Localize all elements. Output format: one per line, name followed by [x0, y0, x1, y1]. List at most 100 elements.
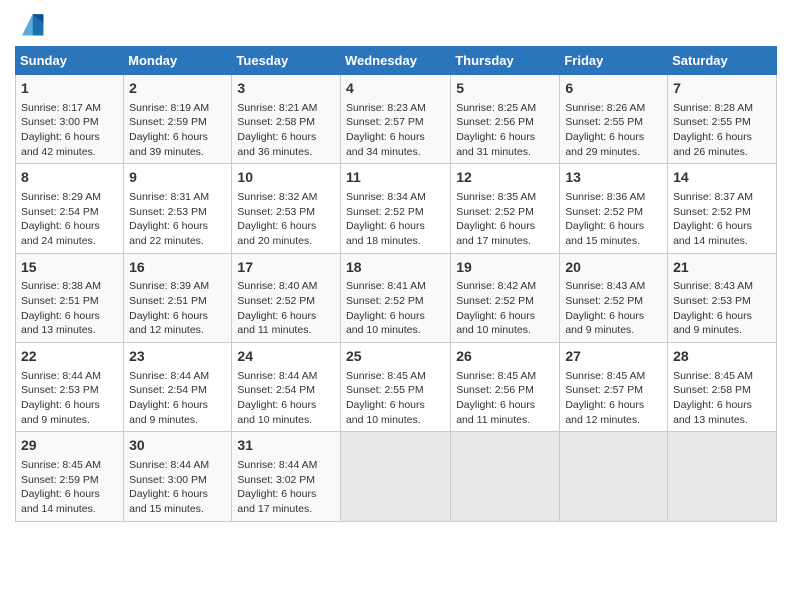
day-cell: 22Sunrise: 8:44 AM Sunset: 2:53 PM Dayli…: [16, 343, 124, 432]
week-row-4: 22Sunrise: 8:44 AM Sunset: 2:53 PM Dayli…: [16, 343, 777, 432]
day-number: 29: [21, 436, 118, 456]
day-number: 3: [237, 79, 335, 99]
day-content: Sunrise: 8:38 AM Sunset: 2:51 PM Dayligh…: [21, 279, 118, 338]
day-number: 16: [129, 258, 226, 278]
day-cell: 15Sunrise: 8:38 AM Sunset: 2:51 PM Dayli…: [16, 253, 124, 342]
day-cell: 25Sunrise: 8:45 AM Sunset: 2:55 PM Dayli…: [340, 343, 450, 432]
calendar-header: SundayMondayTuesdayWednesdayThursdayFrid…: [16, 47, 777, 75]
day-number: 1: [21, 79, 118, 99]
day-content: Sunrise: 8:29 AM Sunset: 2:54 PM Dayligh…: [21, 190, 118, 249]
day-number: 13: [565, 168, 662, 188]
day-cell: 29Sunrise: 8:45 AM Sunset: 2:59 PM Dayli…: [16, 432, 124, 521]
week-row-2: 8Sunrise: 8:29 AM Sunset: 2:54 PM Daylig…: [16, 164, 777, 253]
day-content: Sunrise: 8:21 AM Sunset: 2:58 PM Dayligh…: [237, 101, 335, 160]
day-number: 24: [237, 347, 335, 367]
day-cell: 24Sunrise: 8:44 AM Sunset: 2:54 PM Dayli…: [232, 343, 341, 432]
day-cell: 28Sunrise: 8:45 AM Sunset: 2:58 PM Dayli…: [668, 343, 777, 432]
day-content: Sunrise: 8:45 AM Sunset: 2:56 PM Dayligh…: [456, 369, 554, 428]
day-cell: 26Sunrise: 8:45 AM Sunset: 2:56 PM Dayli…: [451, 343, 560, 432]
day-cell: 10Sunrise: 8:32 AM Sunset: 2:53 PM Dayli…: [232, 164, 341, 253]
day-content: Sunrise: 8:35 AM Sunset: 2:52 PM Dayligh…: [456, 190, 554, 249]
day-number: 31: [237, 436, 335, 456]
day-number: 27: [565, 347, 662, 367]
day-content: Sunrise: 8:42 AM Sunset: 2:52 PM Dayligh…: [456, 279, 554, 338]
day-content: Sunrise: 8:43 AM Sunset: 2:53 PM Dayligh…: [673, 279, 771, 338]
day-number: 8: [21, 168, 118, 188]
weekday-header-thursday: Thursday: [451, 47, 560, 75]
day-number: 23: [129, 347, 226, 367]
calendar: SundayMondayTuesdayWednesdayThursdayFrid…: [15, 46, 777, 522]
day-cell: 1Sunrise: 8:17 AM Sunset: 3:00 PM Daylig…: [16, 75, 124, 164]
weekday-header-saturday: Saturday: [668, 47, 777, 75]
weekday-header-monday: Monday: [124, 47, 232, 75]
day-content: Sunrise: 8:25 AM Sunset: 2:56 PM Dayligh…: [456, 101, 554, 160]
day-cell: 12Sunrise: 8:35 AM Sunset: 2:52 PM Dayli…: [451, 164, 560, 253]
day-cell: 9Sunrise: 8:31 AM Sunset: 2:53 PM Daylig…: [124, 164, 232, 253]
header: [15, 10, 777, 38]
day-number: 5: [456, 79, 554, 99]
day-content: Sunrise: 8:45 AM Sunset: 2:58 PM Dayligh…: [673, 369, 771, 428]
day-content: Sunrise: 8:45 AM Sunset: 2:57 PM Dayligh…: [565, 369, 662, 428]
week-row-3: 15Sunrise: 8:38 AM Sunset: 2:51 PM Dayli…: [16, 253, 777, 342]
day-cell: 27Sunrise: 8:45 AM Sunset: 2:57 PM Dayli…: [560, 343, 668, 432]
day-content: Sunrise: 8:17 AM Sunset: 3:00 PM Dayligh…: [21, 101, 118, 160]
day-cell: 16Sunrise: 8:39 AM Sunset: 2:51 PM Dayli…: [124, 253, 232, 342]
day-number: 18: [346, 258, 445, 278]
day-cell: [451, 432, 560, 521]
day-content: Sunrise: 8:45 AM Sunset: 2:59 PM Dayligh…: [21, 458, 118, 517]
day-number: 28: [673, 347, 771, 367]
day-number: 6: [565, 79, 662, 99]
day-cell: 5Sunrise: 8:25 AM Sunset: 2:56 PM Daylig…: [451, 75, 560, 164]
weekday-header-friday: Friday: [560, 47, 668, 75]
day-content: Sunrise: 8:37 AM Sunset: 2:52 PM Dayligh…: [673, 190, 771, 249]
day-content: Sunrise: 8:19 AM Sunset: 2:59 PM Dayligh…: [129, 101, 226, 160]
day-content: Sunrise: 8:36 AM Sunset: 2:52 PM Dayligh…: [565, 190, 662, 249]
day-content: Sunrise: 8:32 AM Sunset: 2:53 PM Dayligh…: [237, 190, 335, 249]
weekday-header-tuesday: Tuesday: [232, 47, 341, 75]
day-number: 11: [346, 168, 445, 188]
day-number: 21: [673, 258, 771, 278]
week-row-1: 1Sunrise: 8:17 AM Sunset: 3:00 PM Daylig…: [16, 75, 777, 164]
day-cell: 19Sunrise: 8:42 AM Sunset: 2:52 PM Dayli…: [451, 253, 560, 342]
day-cell: 6Sunrise: 8:26 AM Sunset: 2:55 PM Daylig…: [560, 75, 668, 164]
day-content: Sunrise: 8:44 AM Sunset: 3:02 PM Dayligh…: [237, 458, 335, 517]
day-number: 4: [346, 79, 445, 99]
day-content: Sunrise: 8:44 AM Sunset: 3:00 PM Dayligh…: [129, 458, 226, 517]
day-number: 2: [129, 79, 226, 99]
logo: [15, 10, 51, 38]
day-number: 10: [237, 168, 335, 188]
day-content: Sunrise: 8:31 AM Sunset: 2:53 PM Dayligh…: [129, 190, 226, 249]
day-cell: 30Sunrise: 8:44 AM Sunset: 3:00 PM Dayli…: [124, 432, 232, 521]
day-number: 12: [456, 168, 554, 188]
day-content: Sunrise: 8:28 AM Sunset: 2:55 PM Dayligh…: [673, 101, 771, 160]
day-number: 7: [673, 79, 771, 99]
day-cell: 3Sunrise: 8:21 AM Sunset: 2:58 PM Daylig…: [232, 75, 341, 164]
day-cell: [560, 432, 668, 521]
day-cell: 14Sunrise: 8:37 AM Sunset: 2:52 PM Dayli…: [668, 164, 777, 253]
day-content: Sunrise: 8:43 AM Sunset: 2:52 PM Dayligh…: [565, 279, 662, 338]
day-content: Sunrise: 8:26 AM Sunset: 2:55 PM Dayligh…: [565, 101, 662, 160]
day-content: Sunrise: 8:44 AM Sunset: 2:53 PM Dayligh…: [21, 369, 118, 428]
day-number: 17: [237, 258, 335, 278]
day-cell: [340, 432, 450, 521]
day-number: 30: [129, 436, 226, 456]
day-content: Sunrise: 8:45 AM Sunset: 2:55 PM Dayligh…: [346, 369, 445, 428]
day-content: Sunrise: 8:39 AM Sunset: 2:51 PM Dayligh…: [129, 279, 226, 338]
day-number: 9: [129, 168, 226, 188]
day-cell: 13Sunrise: 8:36 AM Sunset: 2:52 PM Dayli…: [560, 164, 668, 253]
calendar-body: 1Sunrise: 8:17 AM Sunset: 3:00 PM Daylig…: [16, 75, 777, 522]
day-number: 14: [673, 168, 771, 188]
day-number: 25: [346, 347, 445, 367]
day-cell: 20Sunrise: 8:43 AM Sunset: 2:52 PM Dayli…: [560, 253, 668, 342]
day-cell: 11Sunrise: 8:34 AM Sunset: 2:52 PM Dayli…: [340, 164, 450, 253]
day-number: 22: [21, 347, 118, 367]
week-row-5: 29Sunrise: 8:45 AM Sunset: 2:59 PM Dayli…: [16, 432, 777, 521]
day-cell: 31Sunrise: 8:44 AM Sunset: 3:02 PM Dayli…: [232, 432, 341, 521]
day-content: Sunrise: 8:44 AM Sunset: 2:54 PM Dayligh…: [237, 369, 335, 428]
day-cell: 7Sunrise: 8:28 AM Sunset: 2:55 PM Daylig…: [668, 75, 777, 164]
logo-icon: [15, 10, 47, 38]
day-content: Sunrise: 8:44 AM Sunset: 2:54 PM Dayligh…: [129, 369, 226, 428]
day-content: Sunrise: 8:41 AM Sunset: 2:52 PM Dayligh…: [346, 279, 445, 338]
day-cell: 21Sunrise: 8:43 AM Sunset: 2:53 PM Dayli…: [668, 253, 777, 342]
day-number: 26: [456, 347, 554, 367]
